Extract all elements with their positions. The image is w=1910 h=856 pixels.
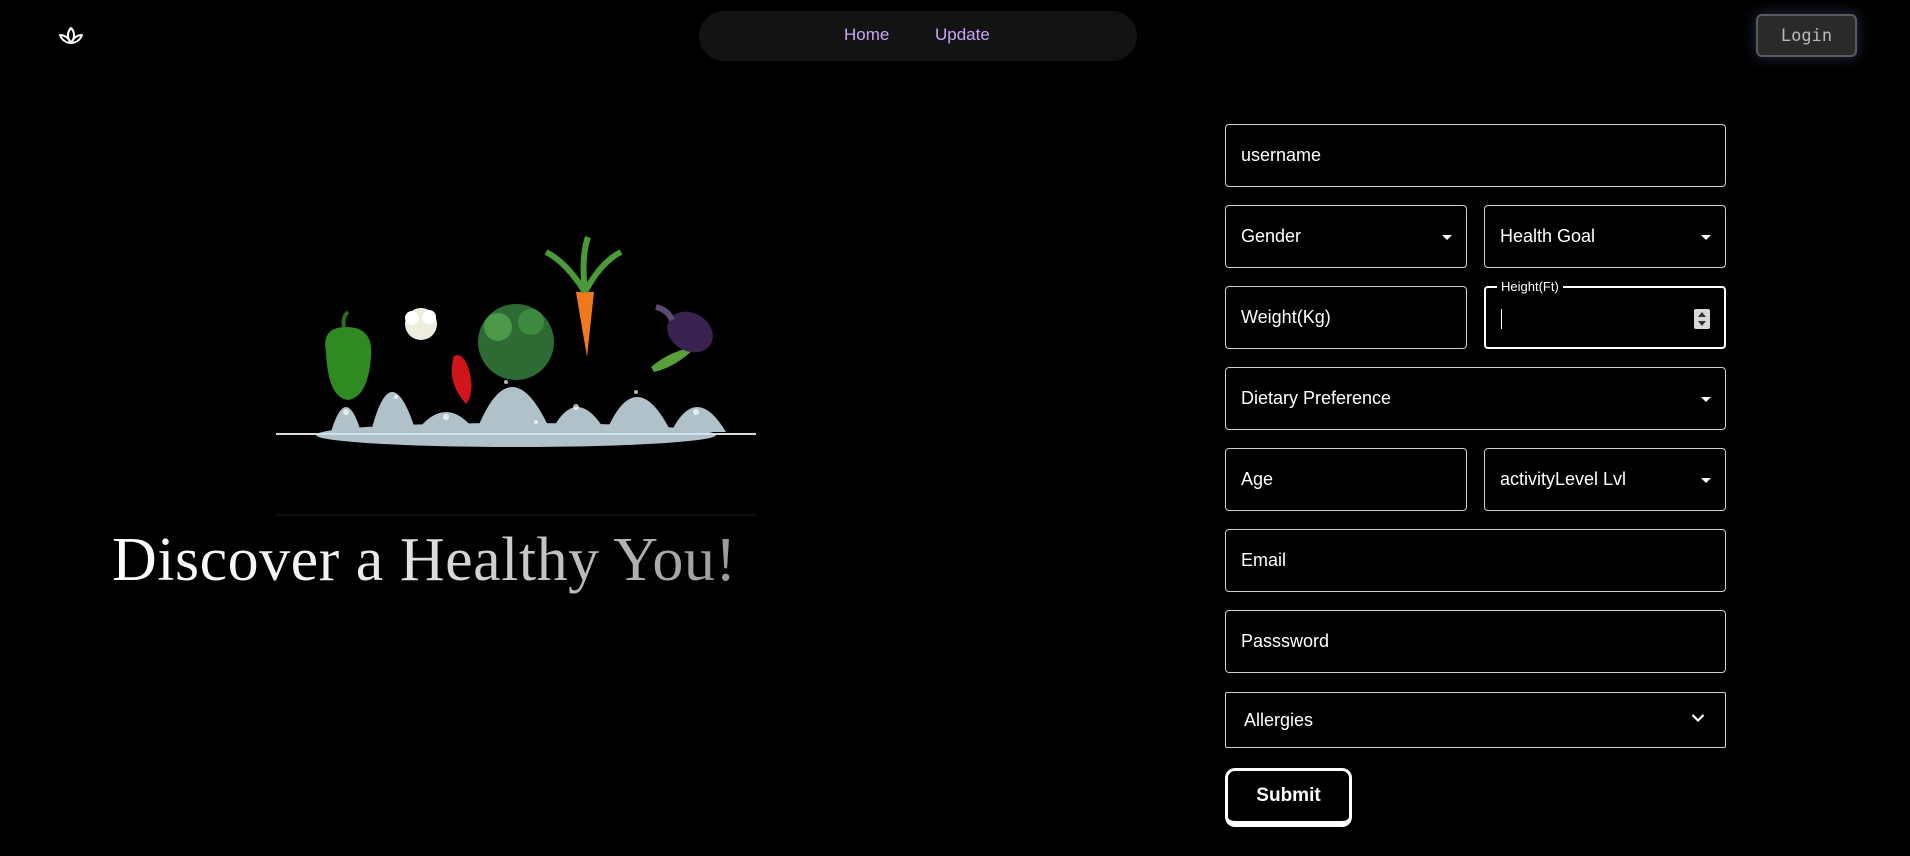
health-goal-select[interactable]: Health Goal — [1484, 205, 1726, 268]
activity-level-label: activityLevel Lvl — [1500, 469, 1627, 489]
login-button[interactable]: Login — [1756, 14, 1857, 57]
number-spinner-icon[interactable] — [1694, 309, 1710, 329]
gender-select[interactable]: Gender — [1225, 205, 1467, 268]
dietary-preference-label: Dietary Preference — [1241, 388, 1392, 408]
caret-down-icon — [1701, 397, 1711, 402]
activity-level-select[interactable]: activityLevel Lvl — [1484, 448, 1726, 511]
health-goal-label: Health Goal — [1500, 226, 1596, 246]
allergies-select[interactable]: Allergies — [1225, 692, 1726, 748]
hero-vegetables-image — [276, 236, 756, 516]
password-placeholder: Passsword — [1241, 631, 1330, 651]
text-cursor — [1501, 309, 1502, 329]
username-field[interactable]: username — [1225, 124, 1726, 187]
age-placeholder: Age — [1241, 469, 1274, 489]
nav-update-link[interactable]: Update — [935, 25, 990, 45]
caret-down-icon — [1442, 235, 1452, 240]
allergies-label: Allergies — [1244, 709, 1314, 730]
username-placeholder: username — [1241, 145, 1322, 165]
caret-down-icon — [1701, 478, 1711, 483]
age-field[interactable]: Age — [1225, 448, 1467, 511]
caret-down-icon — [1701, 235, 1711, 240]
lotus-icon[interactable] — [56, 22, 86, 52]
submit-button[interactable]: Submit — [1225, 768, 1352, 827]
nav-home-link[interactable]: Home — [844, 25, 889, 45]
password-field[interactable]: Passsword — [1225, 610, 1726, 673]
chevron-down-icon — [1691, 714, 1705, 723]
weight-placeholder: Weight(Kg) — [1241, 307, 1331, 327]
dietary-preference-select[interactable]: Dietary Preference — [1225, 367, 1726, 430]
email-field[interactable]: Email — [1225, 529, 1726, 592]
hero-tagline: Discover a Healthy You! — [112, 526, 737, 594]
top-nav: Home Update — [699, 11, 1137, 61]
weight-field[interactable]: Weight(Kg) — [1225, 286, 1467, 349]
height-field[interactable]: Height(Ft) — [1484, 279, 1726, 349]
email-placeholder: Email — [1241, 550, 1287, 570]
gender-label: Gender — [1241, 226, 1302, 246]
height-label: Height(Ft) — [1497, 279, 1563, 294]
